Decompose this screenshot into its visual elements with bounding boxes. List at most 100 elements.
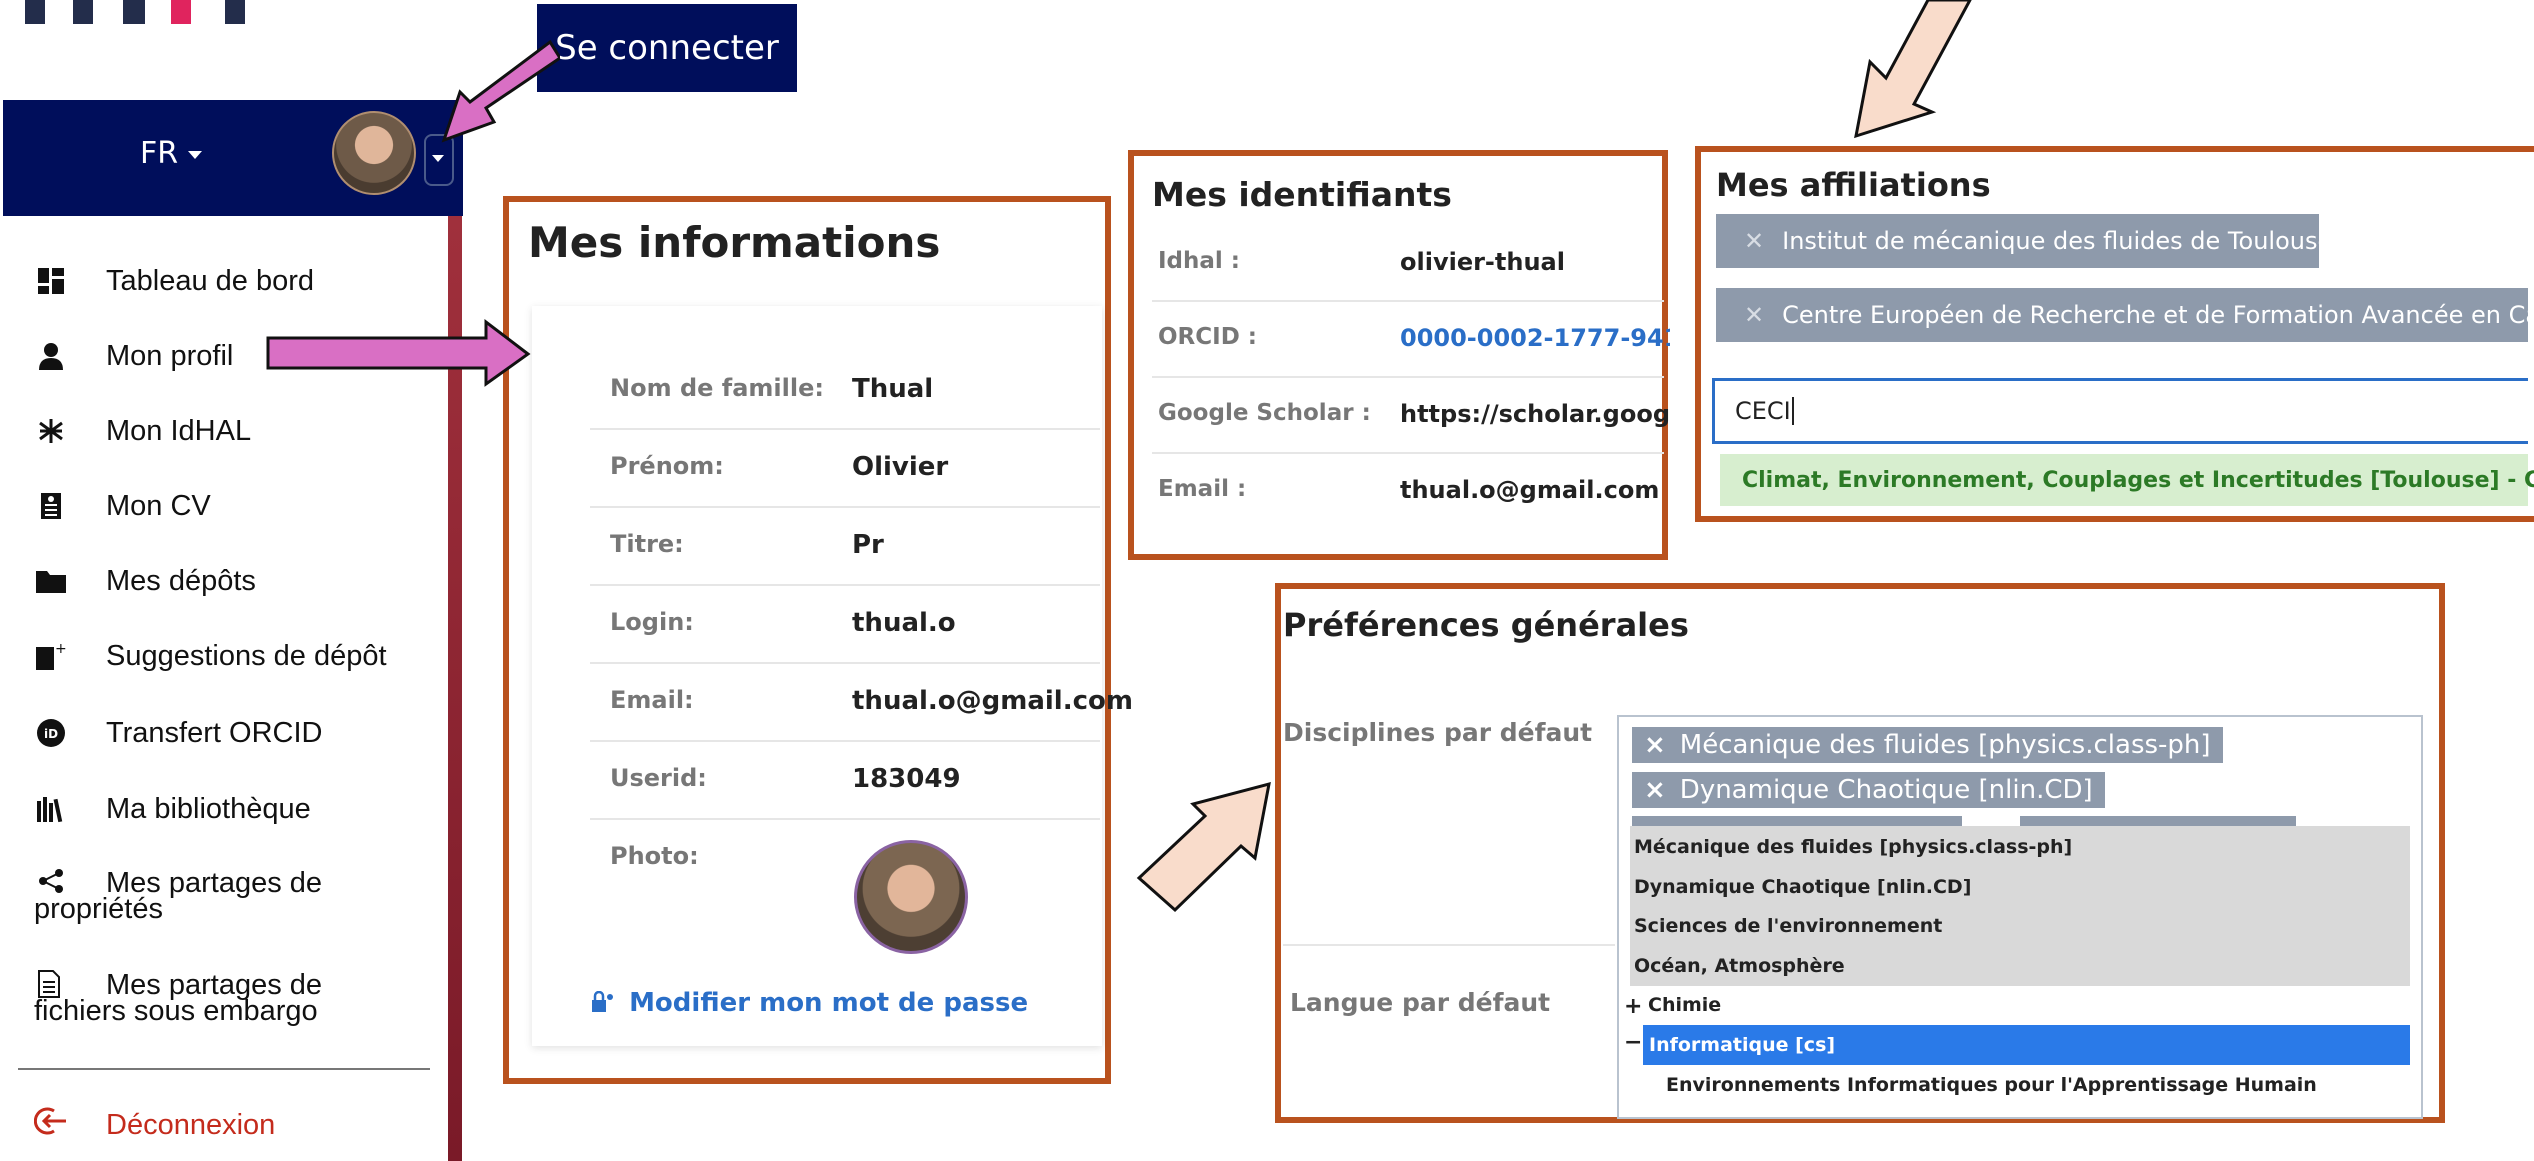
sidebar-item-property-shares[interactable]: Mes partages de propriétés xyxy=(34,868,322,925)
sidebar-item-label: Mes dépôts xyxy=(106,564,256,597)
sidebar-item-cv[interactable]: Mon CV xyxy=(34,481,211,531)
affiliation-chip-label: Institut de mécanique des fluides de Tou… xyxy=(1782,227,2319,255)
remove-icon[interactable]: × xyxy=(1644,730,1666,760)
sidebar-item-profile[interactable]: Mon profil xyxy=(34,331,233,381)
identifier-value: olivier-thual xyxy=(1400,248,1565,276)
dropdown-option[interactable]: Océan, Atmosphère xyxy=(1634,955,1845,977)
expand-icon[interactable]: + xyxy=(1624,994,1642,1019)
language-selector[interactable]: FR xyxy=(140,136,203,171)
peach-arrow-icon xyxy=(1136,781,1271,913)
dropdown-option[interactable]: Sciences de l'environnement xyxy=(1634,915,1942,937)
document-icon xyxy=(38,970,60,1002)
dropdown-option[interactable]: Environnements Informatiques pour l'Appr… xyxy=(1666,1074,2317,1096)
sidebar-divider xyxy=(18,1068,430,1070)
affiliation-chip-label: Centre Européen de Recherche et de Forma… xyxy=(1782,301,2528,329)
info-title: Mes informations xyxy=(528,218,941,267)
identifier-value: https://scholar.google.f xyxy=(1400,400,1670,428)
affiliation-search-input[interactable]: CECI xyxy=(1712,378,2528,444)
photo-label: Photo: xyxy=(610,842,699,870)
identifier-key: Google Scholar : xyxy=(1158,400,1371,426)
sidebar-item-deposits[interactable]: Mes dépôts xyxy=(34,556,256,606)
chevron-down-icon xyxy=(188,150,203,159)
dropdown-option[interactable]: Mécanique des fluides [physics.class-ph] xyxy=(1634,836,2072,858)
cv-icon xyxy=(34,489,68,523)
identifier-key: ORCID : xyxy=(1158,324,1257,350)
sidebar-item-dashboard[interactable]: Tableau de bord xyxy=(34,256,314,306)
remove-icon[interactable]: ✕ xyxy=(1744,301,1764,329)
info-row-title: Titre: Pr xyxy=(590,506,1100,586)
sidebar-item-library[interactable]: Ma bibliothèque xyxy=(34,784,311,834)
folder-icon xyxy=(34,564,68,598)
discipline-chip-label: Dynamique Chaotique [nlin.CD] xyxy=(1679,775,2093,805)
suggestion-icon: + xyxy=(34,639,68,673)
info-key: Nom de famille: xyxy=(610,374,824,402)
share-icon xyxy=(38,868,64,898)
language-default-label: Langue par défaut xyxy=(1290,988,1551,1017)
dashboard-icon xyxy=(34,264,68,298)
sidebar-item-label: fichiers sous embargo xyxy=(34,995,318,1027)
svg-text:+: + xyxy=(55,641,67,657)
sidebar-item-embargo-shares[interactable]: Mes partages de fichiers sous embargo xyxy=(34,970,322,1027)
login-button[interactable]: Se connecter xyxy=(537,4,797,92)
info-value: Thual xyxy=(852,374,934,404)
disciplines-label: Disciplines par défaut xyxy=(1283,718,1593,747)
sidebar-item-label: Mon profil xyxy=(106,339,234,372)
sidebar-item-suggestions[interactable]: + Suggestions de dépôt xyxy=(34,631,387,681)
identifier-key: Email : xyxy=(1158,476,1247,502)
identifier-value: thual.o@gmail.com xyxy=(1400,476,1660,504)
info-key: Prénom: xyxy=(610,452,724,480)
affiliation-chip: ✕ Institut de mécanique des fluides de To… xyxy=(1716,214,2319,268)
svg-text:iD: iD xyxy=(44,727,58,741)
logout-label: Déconnexion xyxy=(106,1108,276,1141)
sidebar-item-label: Mon CV xyxy=(106,489,211,522)
pink-arrow-icon xyxy=(266,318,531,387)
dropdown-option[interactable]: Dynamique Chaotique [nlin.CD] xyxy=(1634,876,1971,898)
info-key: Userid: xyxy=(610,764,707,792)
sidebar-item-orcid[interactable]: iD Transfert ORCID xyxy=(34,708,322,758)
sidebar-item-label: Transfert ORCID xyxy=(106,716,323,749)
dropdown-option[interactable]: Chimie xyxy=(1648,994,1721,1016)
info-value: 183049 xyxy=(852,764,961,794)
change-password-link[interactable]: Modifier mon mot de passe xyxy=(590,988,1028,1018)
collapse-icon[interactable]: − xyxy=(1624,1030,1642,1055)
sidebar-item-label: Suggestions de dépôt xyxy=(106,639,387,672)
library-icon xyxy=(34,792,68,826)
sidebar-item-idhal[interactable]: Mon IdHAL xyxy=(34,406,251,456)
logout-icon xyxy=(33,1107,68,1143)
identifier-key: Idhal : xyxy=(1158,248,1241,274)
info-value: Pr xyxy=(852,530,884,560)
logout-link[interactable]: Déconnexion xyxy=(33,1107,276,1143)
discipline-chip: × Mécanique des fluides [physics.class-ph… xyxy=(1632,727,2223,763)
info-row-login: Login: thual.o xyxy=(590,584,1100,664)
user-avatar[interactable] xyxy=(332,111,416,195)
identifier-row-email: Email : thual.o@gmail.com xyxy=(1152,454,1664,528)
hal-logo xyxy=(25,0,255,24)
info-value: Olivier xyxy=(852,452,949,482)
idhal-icon xyxy=(34,414,68,448)
info-row-userid: Userid: 183049 xyxy=(590,740,1100,820)
identifier-row-scholar: Google Scholar : https://scholar.google.f xyxy=(1152,378,1670,454)
profile-photo[interactable] xyxy=(854,840,968,954)
identifiers-title: Mes identifiants xyxy=(1152,175,1452,214)
affiliation-input-value: CECI xyxy=(1735,397,1791,425)
info-value: thual.o xyxy=(852,608,956,638)
orcid-link[interactable]: 0000-0002-1777-9415 xyxy=(1400,324,1670,352)
pink-arrow-icon xyxy=(441,39,560,143)
sidebar-item-label: Mon IdHAL xyxy=(106,414,252,447)
info-row-email: Email: thual.o@gmail.com xyxy=(590,662,1133,742)
info-row-firstname: Prénom: Olivier xyxy=(590,428,1100,508)
sidebar-item-label: propriétés xyxy=(34,893,163,925)
affiliation-suggestion[interactable]: Climat, Environnement, Couplages et Ince… xyxy=(1720,454,2534,506)
info-key: Titre: xyxy=(610,530,684,558)
language-label: FR xyxy=(140,136,179,171)
change-password-label: Modifier mon mot de passe xyxy=(629,988,1029,1018)
remove-icon[interactable]: × xyxy=(1644,775,1666,805)
info-row-lastname: Nom de famille: Thual xyxy=(590,350,1100,430)
remove-icon[interactable]: ✕ xyxy=(1744,227,1764,255)
preferences-title: Préférences générales xyxy=(1283,606,1689,644)
info-key: Email: xyxy=(610,686,694,714)
dropdown-option-selected[interactable]: Informatique [cs] xyxy=(1643,1025,2410,1065)
identifier-row-idhal: Idhal : olivier-thual xyxy=(1152,226,1664,302)
discipline-chip-label: Mécanique des fluides [physics.class-ph] xyxy=(1679,730,2211,760)
orcid-icon: iD xyxy=(34,716,68,750)
